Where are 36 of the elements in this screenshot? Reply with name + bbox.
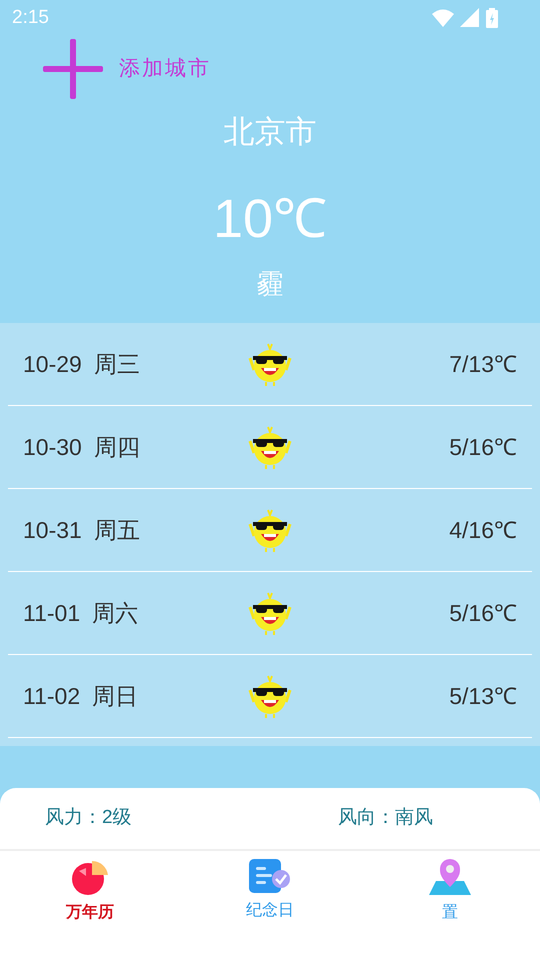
current-temperature: 10℃ — [212, 188, 328, 250]
forecast-date: 11-01 — [23, 598, 80, 628]
sun-icon — [247, 425, 293, 469]
temperature-range: 5/13℃ — [449, 682, 518, 711]
forecast-weekday: 周三 — [94, 350, 140, 379]
temperature-range: 5/16℃ — [449, 598, 518, 628]
forecast-weekday: 周五 — [94, 516, 140, 545]
forecast-date: 10-30 — [23, 432, 82, 462]
nav-tab[interactable]: 置 — [360, 851, 540, 960]
weather-condition: 霾 — [256, 268, 284, 300]
temperature-range: 7/13℃ — [449, 350, 518, 379]
signal-icon — [460, 8, 480, 28]
add-city-button[interactable]: 添加城市 — [43, 39, 211, 99]
sun-icon — [247, 508, 293, 552]
sun-icon — [247, 591, 293, 635]
city-name: 北京市 — [224, 113, 316, 151]
forecast-weekday: 周日 — [92, 682, 138, 711]
nav-tab[interactable]: 纪念日 — [180, 851, 360, 960]
sun-icon — [247, 342, 293, 386]
plus-icon — [43, 39, 103, 99]
wind-direction: 风向：南风 — [337, 806, 434, 830]
forecast-date: 10-31 — [23, 516, 82, 545]
forecast-weekday: 周六 — [92, 598, 138, 628]
checklist-icon — [249, 857, 291, 895]
forecast-date: 11-02 — [23, 682, 80, 711]
temperature-range: 5/16℃ — [449, 432, 518, 462]
sun-icon — [247, 674, 293, 718]
nav-tab[interactable]: 万年历 — [0, 851, 180, 960]
temperature-range: 4/16℃ — [449, 516, 518, 545]
battery-icon — [486, 8, 498, 28]
forecast-weekday: 周四 — [94, 432, 140, 462]
wind-force: 风力：2级 — [44, 806, 133, 830]
status-time: 2:15 — [12, 6, 49, 30]
map-pin-icon — [428, 857, 472, 897]
forecast-date: 10-29 — [23, 350, 82, 379]
wifi-icon — [432, 9, 454, 27]
